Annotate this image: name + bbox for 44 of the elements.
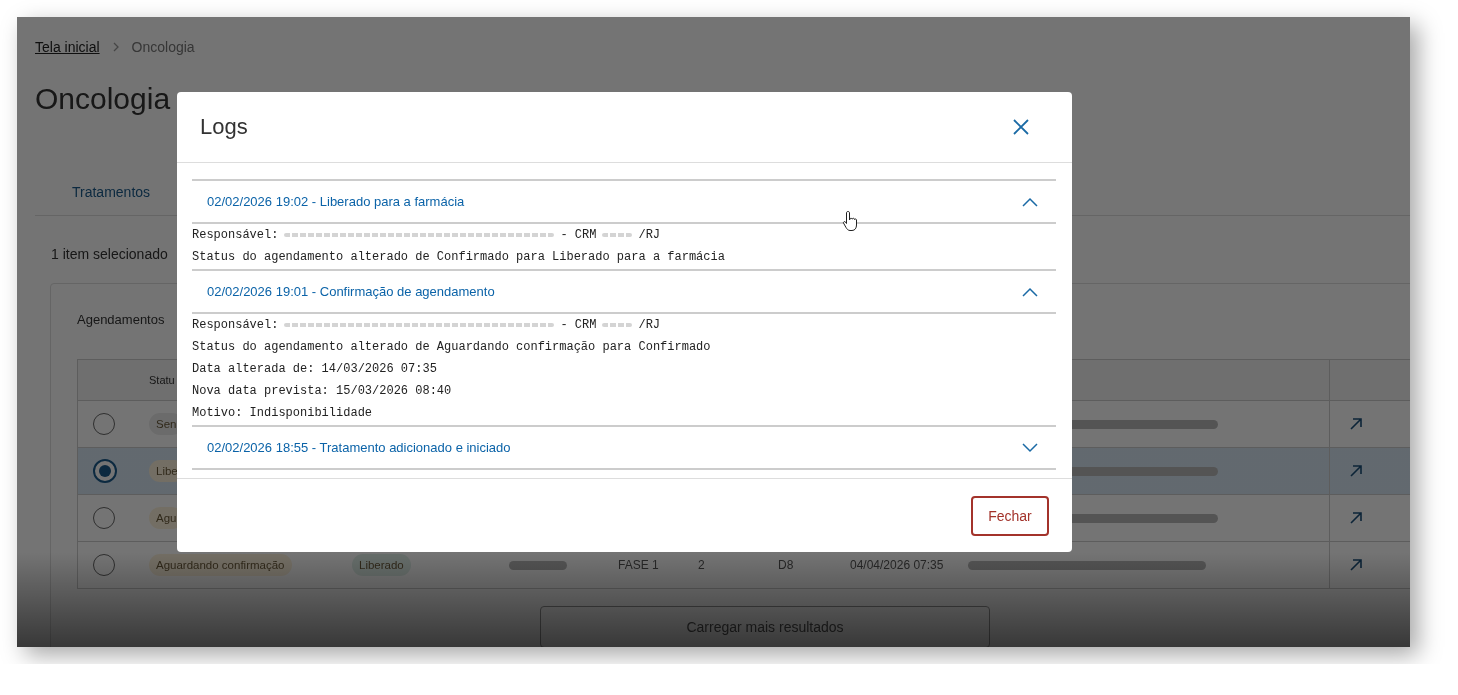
log-line: Status do agendamento alterado de Confirmado para Liberado para a farmácia bbox=[192, 250, 725, 264]
table-cell: D8 bbox=[778, 558, 794, 572]
open-arrow-icon[interactable] bbox=[1348, 463, 1364, 479]
log-text: /RJ bbox=[638, 228, 661, 242]
radio-button[interactable] bbox=[93, 459, 117, 483]
breadcrumb-current: Oncologia bbox=[131, 39, 195, 55]
radio-button[interactable] bbox=[93, 554, 115, 576]
selection-count: 1 item selecionado bbox=[51, 245, 168, 264]
chevron-up-icon[interactable] bbox=[1022, 196, 1038, 207]
chevron-down-icon[interactable] bbox=[1022, 442, 1038, 453]
log-entry-header[interactable]: 02/02/2026 19:02 - Liberado para a farmácia bbox=[192, 181, 1056, 222]
status-tag: Aguardando confirmação bbox=[149, 554, 292, 576]
redacted-text bbox=[602, 233, 633, 237]
breadcrumb-link[interactable]: Tela inicial bbox=[35, 39, 100, 55]
log-text: - CRM bbox=[560, 318, 597, 332]
close-icon[interactable] bbox=[1012, 118, 1030, 136]
table-cell: 04/04/2026 07:35 bbox=[850, 558, 944, 572]
chevron-up-icon[interactable] bbox=[1022, 286, 1038, 297]
redacted-text bbox=[602, 323, 633, 327]
log-line: Data alterada de: 14/03/2026 07:35 bbox=[192, 362, 437, 376]
hand-cursor-icon[interactable] bbox=[842, 210, 860, 232]
card-title: Agendamentos bbox=[77, 311, 165, 329]
log-label: Responsável: bbox=[192, 228, 279, 242]
open-arrow-icon[interactable] bbox=[1348, 416, 1364, 432]
page-title: Oncologia bbox=[35, 81, 172, 117]
log-label: Responsável: bbox=[192, 318, 279, 332]
close-button[interactable]: Fechar bbox=[971, 495, 1049, 536]
log-entry-header[interactable]: 02/02/2026 19:01 - Confirmação de agendamento bbox=[192, 271, 1056, 312]
log-text: /RJ bbox=[638, 318, 661, 332]
log-line: Motivo: Indisponibilidade bbox=[192, 406, 373, 420]
log-entry-header[interactable]: 02/02/2026 18:55 - Tratamento adicionado e iniciado bbox=[192, 427, 1056, 468]
table-cell: FASE 1 bbox=[618, 558, 659, 572]
log-line: Nova data prevista: 15/03/2026 08:40 bbox=[192, 384, 452, 398]
log-line: Status do agendamento alterado de Aguardando confirmação para Confirmado bbox=[192, 340, 711, 354]
column-header: Statu bbox=[149, 374, 175, 386]
status-tag: Liberado bbox=[352, 554, 411, 576]
radio-button[interactable] bbox=[93, 413, 115, 435]
log-text: - CRM bbox=[560, 228, 597, 242]
open-arrow-icon[interactable] bbox=[1348, 557, 1364, 573]
dialog-title: Logs bbox=[200, 114, 248, 140]
radio-button[interactable] bbox=[93, 507, 115, 529]
table-cell: 2 bbox=[698, 558, 705, 572]
chevron-right-icon[interactable] bbox=[111, 42, 120, 52]
open-arrow-icon[interactable] bbox=[1348, 510, 1364, 526]
